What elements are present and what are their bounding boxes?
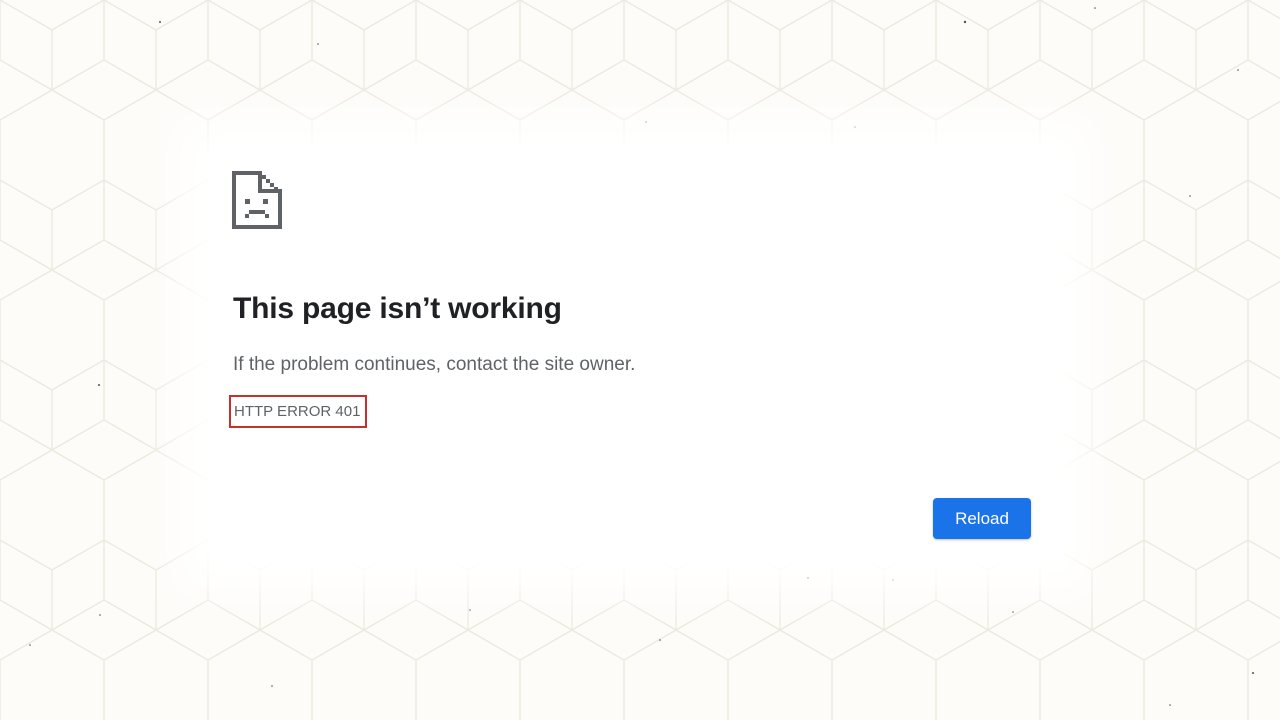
page-title: This page isn’t working [233, 292, 562, 325]
error-code: HTTP ERROR 401 [229, 395, 367, 428]
reload-button[interactable]: Reload [933, 498, 1031, 539]
error-message: If the problem continues, contact the si… [233, 354, 636, 375]
sad-document-icon [232, 171, 282, 229]
